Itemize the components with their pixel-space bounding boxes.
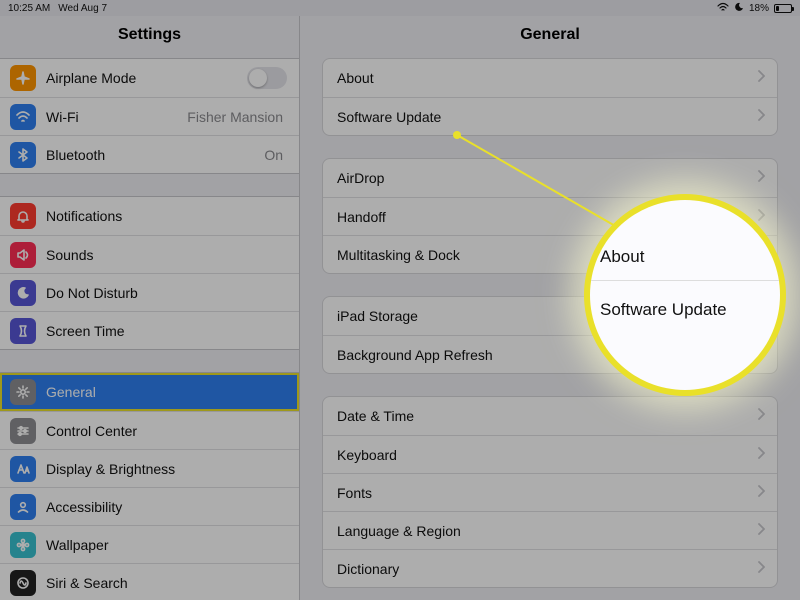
detail-item-label: Multitasking & Dock bbox=[337, 247, 460, 263]
sidebar-title: Settings bbox=[0, 16, 299, 58]
callout-anchor-dot bbox=[453, 131, 461, 139]
sidebar-item-wallpaper[interactable]: Wallpaper bbox=[0, 525, 299, 563]
sidebar-item-airplane-mode[interactable]: Airplane Mode bbox=[0, 59, 299, 97]
chevron-right-icon bbox=[757, 522, 765, 540]
detail-item-label: Keyboard bbox=[337, 447, 397, 463]
chevron-right-icon bbox=[757, 484, 765, 502]
detail-item-about[interactable]: About bbox=[323, 59, 777, 97]
bluetooth-icon bbox=[10, 142, 36, 168]
sidebar-item-label: Do Not Disturb bbox=[46, 285, 138, 301]
gear-icon bbox=[10, 379, 36, 405]
detail-item-label: Background App Refresh bbox=[337, 347, 493, 363]
sidebar-item-control-center[interactable]: Control Center bbox=[0, 411, 299, 449]
sliders-icon bbox=[10, 418, 36, 444]
callout-magnifier: About Software Update bbox=[590, 200, 780, 390]
status-time: 10:25 AM bbox=[8, 3, 50, 14]
sidebar-item-label: Wallpaper bbox=[46, 537, 109, 553]
chevron-right-icon bbox=[757, 407, 765, 425]
toggle[interactable] bbox=[247, 67, 287, 89]
sidebar-item-label: Siri & Search bbox=[46, 575, 128, 591]
detail-item-label: Dictionary bbox=[337, 561, 399, 577]
chevron-right-icon bbox=[757, 560, 765, 578]
detail-item-label: Handoff bbox=[337, 209, 386, 225]
sidebar-item-label: Wi-Fi bbox=[46, 109, 79, 125]
sidebar-item-label: Control Center bbox=[46, 423, 137, 439]
sidebar-item-label: Screen Time bbox=[46, 323, 125, 339]
wifi-icon bbox=[717, 2, 729, 15]
siri-icon bbox=[10, 570, 36, 596]
wifi-icon bbox=[10, 104, 36, 130]
sidebar-item-label: Airplane Mode bbox=[46, 70, 136, 86]
sidebar-item-accessibility[interactable]: Accessibility bbox=[0, 487, 299, 525]
speaker-icon bbox=[10, 242, 36, 268]
textsize-icon bbox=[10, 456, 36, 482]
chevron-right-icon bbox=[757, 69, 765, 87]
person-icon bbox=[10, 494, 36, 520]
callout-software-update-label: Software Update bbox=[600, 300, 727, 320]
detail-title: General bbox=[300, 16, 800, 58]
detail-item-dictionary[interactable]: Dictionary bbox=[323, 549, 777, 587]
battery-percent: 18% bbox=[749, 3, 769, 14]
sidebar-item-wi-fi[interactable]: Wi-Fi Fisher Mansion bbox=[0, 97, 299, 135]
detail-item-label: AirDrop bbox=[337, 170, 384, 186]
sidebar-item-label: Accessibility bbox=[46, 499, 122, 515]
airplane-icon bbox=[10, 65, 36, 91]
sidebar-item-bluetooth[interactable]: Bluetooth On bbox=[0, 135, 299, 173]
detail-item-label: Software Update bbox=[337, 109, 441, 125]
detail-item-airdrop[interactable]: AirDrop bbox=[323, 159, 777, 197]
sidebar-item-label: Bluetooth bbox=[46, 147, 105, 163]
chevron-right-icon bbox=[757, 208, 765, 226]
settings-sidebar: Settings Airplane Mode Wi-Fi Fisher Mansio… bbox=[0, 16, 300, 600]
detail-item-language-region[interactable]: Language & Region bbox=[323, 511, 777, 549]
sidebar-item-sounds[interactable]: Sounds bbox=[0, 235, 299, 273]
sidebar-item-notifications[interactable]: Notifications bbox=[0, 197, 299, 235]
flower-icon bbox=[10, 532, 36, 558]
moon-icon bbox=[10, 280, 36, 306]
chevron-right-icon bbox=[757, 169, 765, 187]
sidebar-item-label: Notifications bbox=[46, 208, 122, 224]
detail-item-software-update[interactable]: Software Update bbox=[323, 97, 777, 135]
chevron-right-icon bbox=[757, 108, 765, 126]
dnd-moon-icon bbox=[734, 2, 744, 15]
detail-item-label: Date & Time bbox=[337, 408, 414, 424]
callout-about-label: About bbox=[600, 247, 644, 267]
battery-icon bbox=[774, 4, 792, 13]
sidebar-item-screen-time[interactable]: Screen Time bbox=[0, 311, 299, 349]
detail-item-label: About bbox=[337, 70, 374, 86]
sidebar-item-label: General bbox=[46, 384, 96, 400]
detail-item-label: Language & Region bbox=[337, 523, 461, 539]
hourglass-icon bbox=[10, 318, 36, 344]
status-date: Wed Aug 7 bbox=[58, 3, 107, 14]
sidebar-item-siri-search[interactable]: Siri & Search bbox=[0, 563, 299, 600]
sidebar-item-value: On bbox=[264, 147, 283, 163]
sidebar-item-label: Sounds bbox=[46, 247, 93, 263]
sidebar-item-general[interactable]: General bbox=[0, 373, 299, 411]
detail-item-label: iPad Storage bbox=[337, 308, 418, 324]
detail-item-keyboard[interactable]: Keyboard bbox=[323, 435, 777, 473]
bell-icon bbox=[10, 203, 36, 229]
detail-item-fonts[interactable]: Fonts bbox=[323, 473, 777, 511]
sidebar-item-label: Display & Brightness bbox=[46, 461, 175, 477]
detail-item-date-time[interactable]: Date & Time bbox=[323, 397, 777, 435]
status-bar: 10:25 AM Wed Aug 7 18% bbox=[0, 0, 800, 16]
sidebar-item-do-not-disturb[interactable]: Do Not Disturb bbox=[0, 273, 299, 311]
sidebar-item-value: Fisher Mansion bbox=[187, 109, 283, 125]
chevron-right-icon bbox=[757, 446, 765, 464]
detail-item-label: Fonts bbox=[337, 485, 372, 501]
sidebar-item-display-brightness[interactable]: Display & Brightness bbox=[0, 449, 299, 487]
